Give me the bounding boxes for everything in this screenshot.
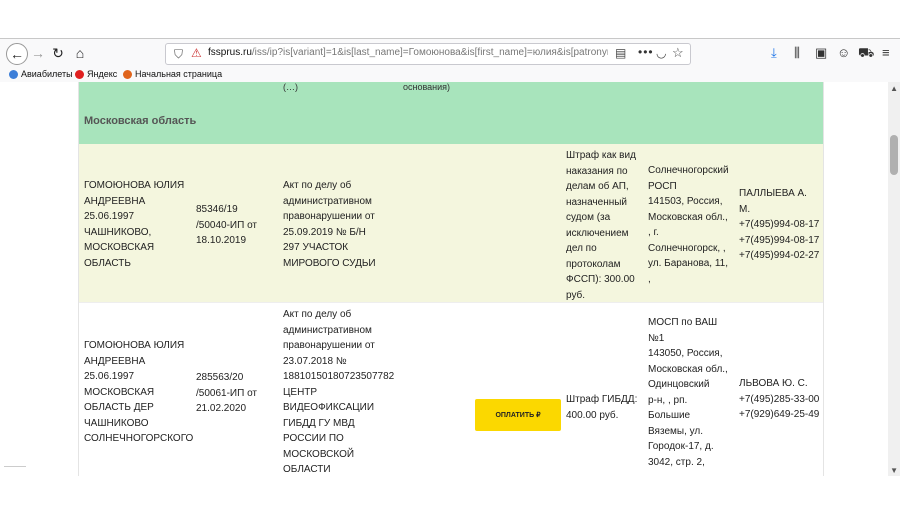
bookmark-aviabilety[interactable]: Авиабилеты (9, 69, 73, 79)
reload-button[interactable]: ↻ (51, 44, 65, 62)
proceeding-cell: 285563/20 /50061-ИП от 21.02.2020 (196, 372, 257, 414)
bookmark-yandex[interactable]: Яндекс (75, 69, 117, 79)
window-top-area (0, 0, 900, 38)
results-table: (…) основания) Московская область ГОМОЮН… (78, 82, 824, 477)
bookmarks-toolbar: Авиабилеты Яндекс Начальная страница (0, 67, 900, 82)
menu-icon[interactable]: ≡ (882, 45, 890, 60)
insecure-connection-icon[interactable]: ⚠ (191, 46, 202, 60)
downloads-icon[interactable]: ⤓ (771, 45, 777, 61)
url-text[interactable]: fssprus.ru/iss/ip?is[variant]=1&is[last_… (208, 47, 608, 58)
bookmark-home-page[interactable]: Начальная страница (123, 69, 222, 79)
proceeding-cell: 85346/19 /50040-ИП от 18.10.2019 (196, 204, 257, 246)
table-row: ГОМОЮНОВА ЮЛИЯ АНДРЕЕВНА 25.06.1997 ЧАШН… (79, 144, 823, 302)
region-header: Московская область (79, 94, 823, 144)
document-cell: Акт по делу об административном правонар… (283, 180, 376, 269)
reader-view-icon[interactable]: ▤ (615, 46, 626, 60)
yandex-icon (75, 69, 84, 79)
cart-extension-icon[interactable]: ⛟ (858, 45, 874, 63)
bookmark-star-icon[interactable]: ☆ (672, 45, 684, 61)
account-icon[interactable]: ☺ (837, 45, 850, 60)
previous-row-fragment: (…) основания) (79, 82, 823, 94)
home-page-icon (123, 69, 132, 79)
page-actions-icon[interactable]: ••• (638, 45, 654, 59)
bottom-area (0, 476, 900, 506)
bailiff-cell: ЛЬВОВА Ю. С. +7(495)285-33-00 +7(929)649… (739, 378, 820, 420)
document-cell: Акт по делу об административном правонар… (283, 309, 395, 475)
department-cell: МОСП по ВАШ №1 143050, Россия, Московска… (648, 317, 728, 468)
pay-button[interactable]: ОПЛАТИТЬ ₽ (475, 399, 561, 431)
table-row: ГОМОЮНОВА ЮЛИЯ АНДРЕЕВНА 25.06.1997 МОСК… (79, 302, 823, 477)
globe-icon (9, 69, 18, 79)
scroll-up-icon[interactable]: ▲ (890, 84, 898, 93)
debtor-cell: ГОМОЮНОВА ЮЛИЯ АНДРЕЕВНА 25.06.1997 ЧАШН… (84, 180, 185, 269)
subject-cell: Штраф как вид наказания по делам об АП, … (566, 150, 636, 301)
sidebar-icon[interactable]: ▣ (815, 45, 827, 61)
department-cell: Солнечногорский РОСП 141503, Россия, Мос… (648, 165, 729, 285)
tracking-protection-icon[interactable]: ⛉ (174, 47, 183, 62)
home-button[interactable]: ⌂ (72, 44, 88, 62)
bailiff-cell: ПАЛЛЫЕВА А. М. +7(495)994-08-17 +7(495)9… (739, 188, 820, 261)
page-content: (…) основания) Московская область ГОМОЮН… (0, 82, 900, 506)
region-title: Московская область (84, 115, 197, 127)
forward-button[interactable]: → (31, 44, 45, 62)
scrollbar-thumb[interactable] (890, 135, 898, 175)
library-icon[interactable]: ⫼ (794, 45, 800, 61)
back-button[interactable]: ← (6, 43, 28, 65)
subject-cell: Штраф ГИБДД: 400.00 руб. (566, 394, 638, 421)
address-bar[interactable]: ⛉ ⚠ fssprus.ru/iss/ip?is[variant]=1&is[l… (165, 43, 691, 65)
pocket-icon[interactable]: ◡ (656, 46, 666, 60)
page-corner-divider (4, 466, 26, 477)
scroll-down-icon[interactable]: ▼ (890, 466, 898, 475)
debtor-cell: ГОМОЮНОВА ЮЛИЯ АНДРЕЕВНА 25.06.1997 МОСК… (84, 340, 194, 444)
